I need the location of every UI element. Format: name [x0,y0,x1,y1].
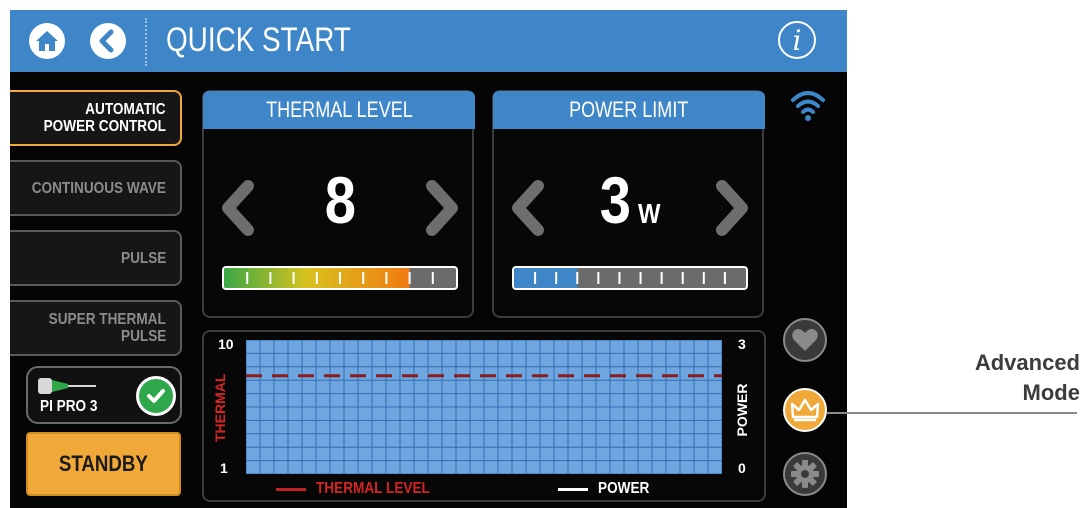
callout-line1: Advanced [974,350,1080,375]
power-axis-label: POWER [734,383,750,437]
probe-label: PI PRO 3 [40,398,98,415]
standby-button[interactable]: STANDBY [26,432,181,496]
settings-button[interactable] [783,452,827,496]
checkmark-icon [147,389,165,403]
thermal-value-number: 8 [324,163,356,237]
power-limit-meter [512,266,748,290]
mode-continuous-wave[interactable]: CONTINUOUS WAVE [10,160,182,216]
mode-label: AUTOMATIC [85,101,166,118]
back-button[interactable] [90,23,126,59]
mode-automatic-power-control[interactable]: AUTOMATIC POWER CONTROL [10,90,182,146]
probe-icon [38,378,96,394]
thermal-meter-bar [224,268,434,288]
thermal-power-chart: 10 1 3 0 THERMAL POWER THERMAL LEVEL POW… [202,330,766,502]
mode-label: PULSE [120,249,166,267]
power-axis-max: 3 [738,336,746,352]
thermal-level-panel: THERMAL LEVEL 8 [202,90,475,318]
gear-icon [791,460,819,488]
mode-label: PULSE [120,328,166,345]
home-icon [36,31,58,51]
back-arrow-icon [99,29,114,53]
power-value-unit: W [638,198,661,229]
power-value-number: 3 [600,163,632,237]
mode-label: SUPER THERMAL [48,311,166,328]
mode-super-thermal-pulse[interactable]: SUPER THERMAL PULSE [10,300,182,356]
advanced-mode-callout: Advanced Mode [900,348,1080,408]
thermal-axis-label: THERMAL [212,373,228,442]
crown-icon [790,398,820,422]
legend-power-line [558,488,588,491]
legend-thermal-label: THERMAL LEVEL [316,480,430,497]
top-bar: QUICK START i [10,10,847,72]
info-icon: i [792,23,802,57]
thermal-axis-min: 1 [220,460,228,476]
legend-thermal-line [276,488,306,491]
page-title: QUICK START [166,21,351,59]
power-axis-min: 0 [738,460,746,476]
thermal-level-header: THERMAL LEVEL [203,91,475,129]
callout-line2: Mode [1022,380,1080,405]
wifi-icon [791,91,825,121]
advanced-mode-button[interactable] [783,388,827,432]
power-meter-bar [514,268,726,288]
device-screen: QUICK START i AUTOMATIC POWER CONTROL CO… [10,10,847,508]
info-button[interactable]: i [778,21,816,59]
mode-label: CONTINUOUS WAVE [31,179,166,197]
header-separator [145,18,147,66]
thermal-axis-max: 10 [218,336,234,352]
mode-pulse[interactable]: PULSE [10,230,182,286]
power-increase-button[interactable] [712,180,752,236]
power-limit-panel: POWER LIMIT 3W [492,90,765,318]
power-meter-fill [514,268,578,288]
thermal-level-meter [222,266,458,290]
chart-grid [246,340,722,474]
connected-status [136,376,176,416]
favorites-button[interactable] [783,318,827,362]
callout-line [827,412,1077,414]
home-button[interactable] [29,23,65,59]
power-limit-title: POWER LIMIT [569,97,689,122]
thermal-level-title: THERMAL LEVEL [265,97,413,122]
probe-indicator[interactable]: PI PRO 3 [26,366,182,424]
heart-icon [792,329,818,351]
legend-power-label: POWER [598,480,650,497]
thermal-increase-button[interactable] [422,180,462,236]
power-limit-header: POWER LIMIT [493,91,765,129]
mode-label: POWER CONTROL [43,118,166,135]
standby-label: STANDBY [58,451,149,476]
